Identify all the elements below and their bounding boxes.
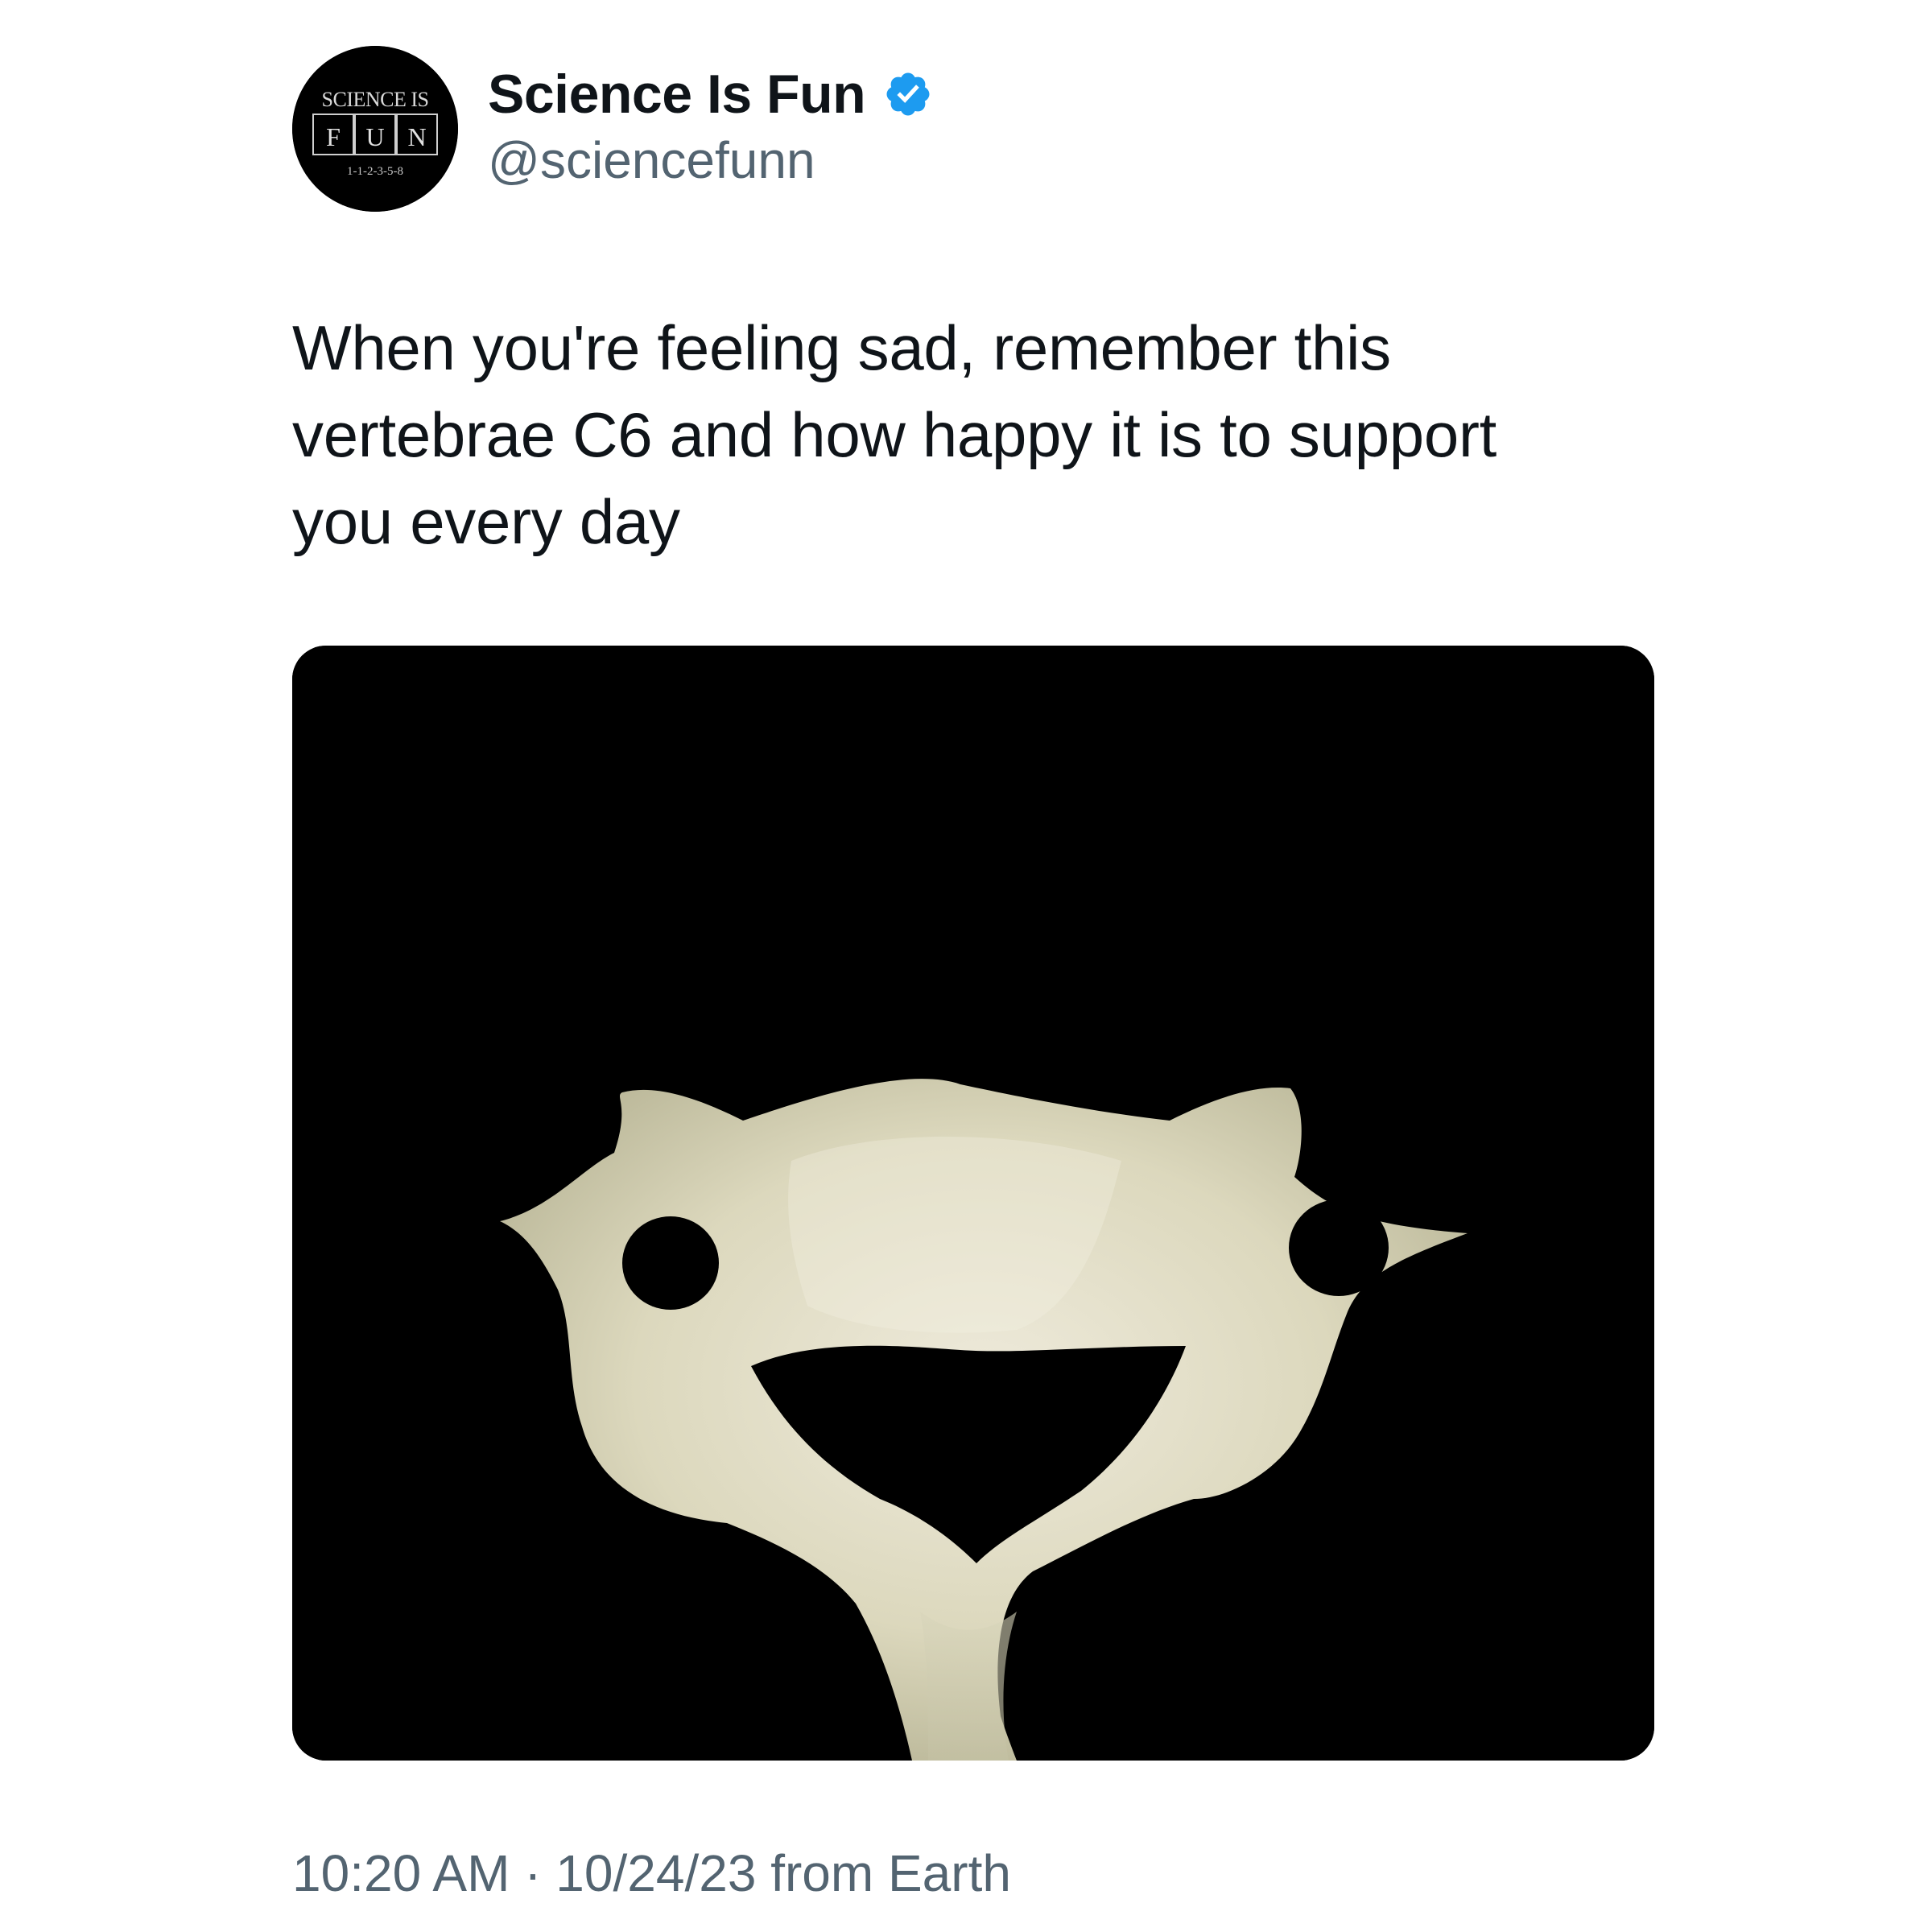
vertebra-image — [292, 646, 1654, 1761]
svg-text:1-1-2-3-5-8: 1-1-2-3-5-8 — [347, 165, 403, 178]
science-is-fun-logo-icon: SCIENCE IS F U N 1-1-2-3-5-8 — [292, 46, 458, 212]
svg-text:F: F — [326, 122, 341, 151]
svg-text:SCIENCE IS: SCIENCE IS — [322, 88, 429, 111]
timestamp-separator: · — [510, 1844, 556, 1902]
tweet-time[interactable]: 10:20 AM — [292, 1843, 510, 1903]
avatar[interactable]: SCIENCE IS F U N 1-1-2-3-5-8 — [292, 46, 458, 212]
tweet-text: When you're feeling sad, remember this v… — [292, 312, 1496, 557]
tweet-media[interactable] — [292, 646, 1654, 1761]
tweet-source: from Earth — [756, 1844, 1011, 1902]
author-display-name[interactable]: Science Is Fun — [488, 63, 866, 126]
tweet-date[interactable]: 10/24/23 — [555, 1843, 756, 1903]
author-handle[interactable]: @sciencefunn — [488, 130, 815, 190]
tweet-timestamp-row: 10:20 AM · 10/24/23 from Earth — [292, 1843, 1011, 1903]
author-name-row: Science Is Fun — [488, 58, 933, 130]
svg-text:U: U — [365, 122, 384, 151]
verified-badge-icon[interactable] — [883, 69, 933, 119]
tweet-card: SCIENCE IS F U N 1-1-2-3-5-8 Science Is … — [0, 0, 1932, 1932]
svg-text:N: N — [407, 122, 426, 151]
